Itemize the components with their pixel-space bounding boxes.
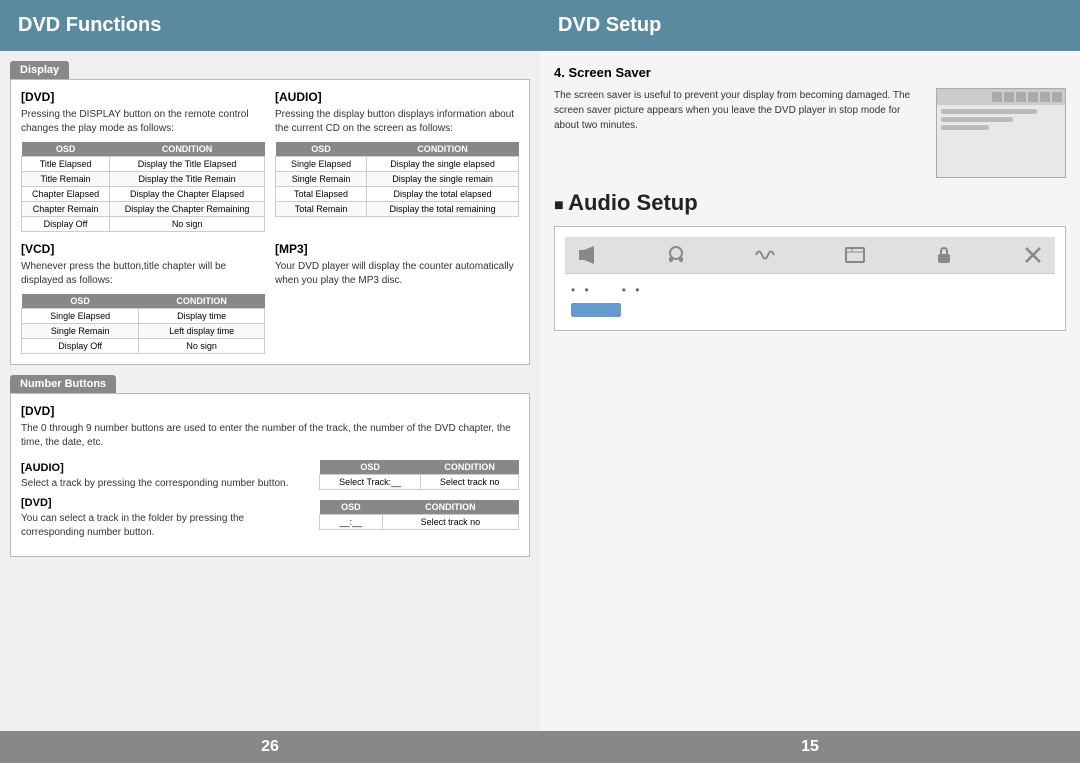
ss-icon-3: [1016, 92, 1026, 102]
vcd-col: [VCD] Whenever press the button,title ch…: [21, 242, 265, 354]
table-row: Chapter RemainDisplay the Chapter Remain…: [22, 202, 265, 217]
left-content: Display [DVD] Pressing the DISPLAY butto…: [0, 51, 540, 731]
audio-icon-close: [1019, 241, 1047, 269]
num-audio-desc: Select a track by pressing the correspon…: [21, 477, 309, 491]
audio-icons-row: [565, 237, 1055, 274]
display-two-col: [DVD] Pressing the DISPLAY button on the…: [21, 90, 519, 232]
num-dvd2-desc: You can select a track in the folder by …: [21, 512, 309, 540]
ss-icon-1: [992, 92, 1002, 102]
screen-saver-image: [936, 88, 1066, 178]
dvd-functions-header: DVD Functions: [0, 0, 540, 51]
display-section: Display [DVD] Pressing the DISPLAY butto…: [10, 61, 530, 365]
ss-icon-6: [1052, 92, 1062, 102]
ss-body: [937, 105, 1065, 177]
audio-selected-row: • • • •: [565, 280, 1055, 300]
dvd-setup-header: DVD Setup: [540, 0, 1080, 51]
table-row: Title RemainDisplay the Title Remain: [22, 172, 265, 187]
dvd-col: [DVD] Pressing the DISPLAY button on the…: [21, 90, 265, 232]
audio-bracket-title: [AUDIO]: [275, 90, 519, 104]
d2-condition-header: CONDITION: [382, 500, 518, 515]
audio-osd-header: OSD: [276, 142, 367, 157]
num-dvd-desc: The 0 through 9 number buttons are used …: [21, 422, 519, 450]
table-row: Single ElapsedDisplay time: [22, 309, 265, 324]
display-tab: Display: [10, 61, 69, 79]
right-panel: DVD Setup 4. Screen Saver The screen sav…: [540, 0, 1080, 731]
d2-osd-header: OSD: [320, 500, 383, 515]
audio-selected-item: [571, 303, 621, 317]
dvd2-osd-table: OSD CONDITION __:__Select track no: [319, 500, 519, 530]
ss-toolbar: [937, 89, 1065, 105]
footer-bar: 26 15: [0, 731, 1080, 763]
ao-osd-header: OSD: [320, 460, 421, 475]
screen-saver-section: 4. Screen Saver The screen saver is usef…: [554, 65, 1066, 178]
audio-icon-lock: [930, 241, 958, 269]
ss-line-1: [941, 109, 1037, 114]
ss-icon-5: [1040, 92, 1050, 102]
table-row: Single RemainDisplay the single remain: [276, 172, 519, 187]
number-left: [AUDIO] Select a track by pressing the c…: [21, 456, 309, 546]
ao-condition-header: CONDITION: [421, 460, 519, 475]
table-row: Chapter ElapsedDisplay the Chapter Elaps…: [22, 187, 265, 202]
screen-saver-content: The screen saver is useful to prevent yo…: [554, 88, 1066, 178]
num-dvd-title: [DVD]: [21, 404, 519, 418]
mp3-bracket-title: [MP3]: [275, 242, 519, 256]
screen-saver-desc: The screen saver is useful to prevent yo…: [554, 88, 924, 178]
table-row: Single ElapsedDisplay the single elapsed: [276, 157, 519, 172]
ss-icon-2: [1004, 92, 1014, 102]
table-row: __:__Select track no: [320, 515, 519, 530]
audio-col: [AUDIO] Pressing the display button disp…: [275, 90, 519, 232]
number-two-col: [AUDIO] Select a track by pressing the c…: [21, 456, 519, 546]
ss-icon-4: [1028, 92, 1038, 102]
number-buttons-section: Number Buttons [DVD] The 0 through 9 num…: [10, 375, 530, 557]
vcd-table: OSD CONDITION Single ElapsedDisplay time…: [21, 294, 265, 354]
audio-setup-title: Audio Setup: [554, 190, 1066, 216]
audio-icon-note: [573, 241, 601, 269]
audio-icon-headphone: [662, 241, 690, 269]
dvd-osd-header: OSD: [22, 142, 110, 157]
left-panel: DVD Functions Display [DVD] Pressing the…: [0, 0, 540, 731]
mp3-col: [MP3] Your DVD player will display the c…: [275, 242, 519, 354]
audio-icon-wave: [751, 241, 779, 269]
num-audio-title: [AUDIO]: [21, 462, 309, 474]
audio-desc: Pressing the display button displays inf…: [275, 108, 519, 136]
table-row: Single RemainLeft display time: [22, 324, 265, 339]
num-dvd2-title: [DVD]: [21, 497, 309, 509]
table-row: Display OffNo sign: [22, 217, 265, 232]
mp3-desc: Your DVD player will display the counter…: [275, 260, 519, 288]
audio-table: OSD CONDITION Single ElapsedDisplay the …: [275, 142, 519, 217]
number-buttons-tab: Number Buttons: [10, 375, 116, 393]
audio-setup-box: • • • •: [554, 226, 1066, 331]
vcd-osd-header: OSD: [22, 294, 139, 309]
table-row: Title ElapsedDisplay the Title Elapsed: [22, 157, 265, 172]
vcd-mp3-row: [VCD] Whenever press the button,title ch…: [21, 242, 519, 354]
right-content: 4. Screen Saver The screen saver is usef…: [540, 51, 1080, 731]
main-container: DVD Functions Display [DVD] Pressing the…: [0, 0, 1080, 731]
audio-dots-left: • •: [571, 283, 592, 297]
audio-selected-item-row: [565, 300, 1055, 320]
dvd-condition-header: CONDITION: [110, 142, 265, 157]
screen-saver-title: 4. Screen Saver: [554, 65, 1066, 80]
dvd-table: OSD CONDITION Title ElapsedDisplay the T…: [21, 142, 265, 232]
vcd-bracket-title: [VCD]: [21, 242, 265, 256]
table-row: Display OffNo sign: [22, 339, 265, 354]
audio-dots-right: • •: [622, 283, 643, 297]
vcd-desc: Whenever press the button,title chapter …: [21, 260, 265, 288]
footer-left-number: 26: [0, 731, 540, 763]
dvd-bracket-title: [DVD]: [21, 90, 265, 104]
audio-icon-disc: [841, 241, 869, 269]
dvd-desc: Pressing the DISPLAY button on the remot…: [21, 108, 265, 136]
number-section-box: [DVD] The 0 through 9 number buttons are…: [10, 393, 530, 557]
display-box: [DVD] Pressing the DISPLAY button on the…: [10, 79, 530, 365]
audio-condition-header: CONDITION: [367, 142, 519, 157]
ss-line-3: [941, 125, 989, 130]
footer-right-number: 15: [540, 731, 1080, 763]
table-row: Total RemainDisplay the total remaining: [276, 202, 519, 217]
table-row: Select Track:__Select track no: [320, 475, 519, 490]
number-right: OSD CONDITION Select Track:__Select trac…: [319, 456, 519, 546]
vcd-condition-header: CONDITION: [139, 294, 265, 309]
table-row: Total ElapsedDisplay the total elapsed: [276, 187, 519, 202]
audio-osd-table: OSD CONDITION Select Track:__Select trac…: [319, 460, 519, 490]
ss-line-2: [941, 117, 1013, 122]
